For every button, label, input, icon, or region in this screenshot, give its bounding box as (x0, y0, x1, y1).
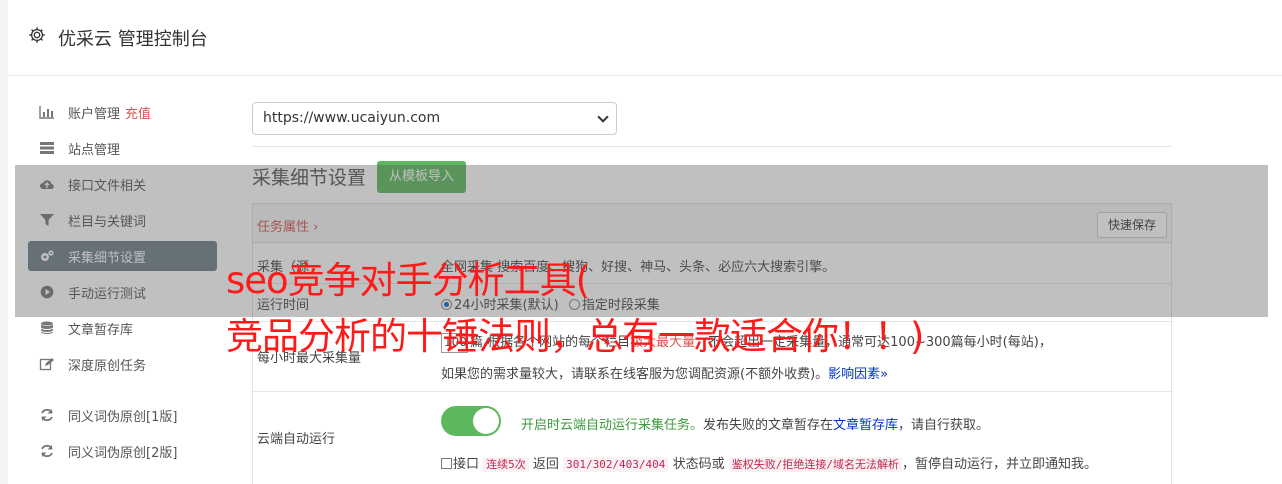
sidebar-item-synonym-v1[interactable]: 同义词伪原创[1版] (28, 400, 217, 430)
row-label: 云端自动运行 (257, 432, 336, 447)
sidebar-item-account[interactable]: 账户管理 充值 (28, 97, 217, 127)
enable-text: 开启时云端自动运行采集任务。 (521, 418, 704, 433)
row-cloud-auto-run: 云端自动运行 开启时云端自动运行采集任务。发布失败的文章暂存在文章暂存库，请自行… (253, 392, 1173, 482)
gear-icon (28, 26, 46, 44)
page-header: 优采云 管理控制台 (8, 0, 1282, 76)
site-select[interactable]: https://www.ucaiyun.com (252, 102, 617, 135)
refresh-icon (38, 408, 56, 422)
tail: ，暂停自动运行，并立即通知我。 (901, 457, 1097, 472)
page-title: 优采云 管理控制台 (58, 29, 208, 50)
article-storage-link[interactable]: 文章暂存库 (833, 418, 898, 433)
sidebar-item-label: 账户管理 (68, 106, 121, 122)
mid1: 返回 (532, 457, 559, 472)
mid2: 状态码或 (672, 457, 725, 472)
desc-b: ，请自行获取。 (898, 418, 990, 433)
pause-condition: 接口 连续5次 返回 301/302/403/404 状态码或 鉴权失败/拒绝连… (441, 453, 1097, 472)
overlay-band (15, 165, 1268, 317)
chevron-down-icon (597, 111, 609, 123)
recharge-link[interactable]: 充值 (125, 103, 151, 122)
refresh-icon (38, 444, 56, 458)
sidebar-item-synonym-v2[interactable]: 同义词伪原创[2版] (28, 436, 217, 466)
divider (252, 146, 1172, 147)
sidebar-item-label: 深度原创任务 (68, 358, 147, 374)
sidebar-item-label: 同义词伪原创[2版] (68, 445, 178, 461)
sidebar-item-label: 同义词伪原创[1版] (68, 409, 178, 425)
pause-checkbox[interactable] (441, 458, 452, 469)
database-icon (38, 321, 56, 335)
max-per-hour-line2: 如果您的需求量较大，请联系在线客服为您调配资源(不额外收费)。影响因素» (441, 363, 888, 382)
sidebar-item-deep-original[interactable]: 深度原创任务 (28, 349, 217, 379)
code-consecutive: 连续5次 (483, 457, 529, 472)
cb-label: 接口 (453, 457, 480, 472)
sidebar-item-sites[interactable]: 站点管理 (28, 133, 217, 163)
sidebar-item-label: 站点管理 (68, 142, 121, 158)
overlay-title-line2: 竞品分析的十锤法则，总有一款适合你！！) (226, 315, 924, 358)
desc-a: 发布失败的文章暂存在 (703, 418, 834, 433)
edit-icon (38, 357, 56, 371)
max-text-line2: 如果您的需求量较大，请联系在线客服为您调配资源(不额外收费)。 (441, 367, 829, 382)
sidebar-item-label: 文章暂存库 (68, 322, 134, 338)
code-status: 301/302/403/404 (563, 457, 669, 472)
server-icon (38, 141, 56, 155)
cloud-auto-run-toggle[interactable] (441, 406, 501, 436)
cloud-auto-run-desc: 开启时云端自动运行采集任务。发布失败的文章暂存在文章暂存库，请自行获取。 (521, 414, 989, 433)
site-select-value: https://www.ucaiyun.com (263, 110, 441, 126)
influence-factors-link[interactable]: 影响因素 (828, 367, 880, 382)
chevron-double-down-icon: » (880, 367, 889, 382)
bar-chart-icon (38, 105, 56, 119)
main-content: https://www.ucaiyun.com 采集细节设置 从模板导入 任务属… (252, 102, 1173, 484)
code-errors: 鉴权失败/拒绝连接/域名无法解析 (728, 457, 902, 472)
sidebar-item-article-storage[interactable]: 文章暂存库 (28, 313, 217, 343)
overlay-title-line1: seo竞争对手分析工具( (226, 259, 590, 302)
toggle-knob (473, 408, 499, 434)
